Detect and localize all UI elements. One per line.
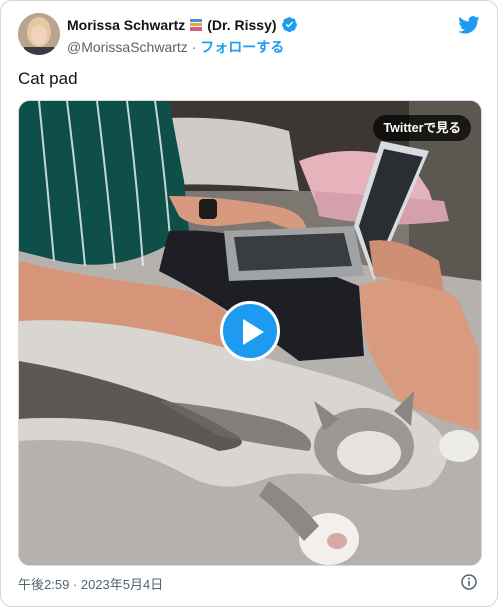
info-icon[interactable] <box>461 574 477 590</box>
books-icon <box>189 18 203 32</box>
play-icon <box>243 319 264 345</box>
watch-on-twitter-button[interactable]: Twitterで見る <box>373 115 471 141</box>
tweet-text: Cat pad <box>18 69 78 88</box>
verified-badge-icon <box>281 16 298 33</box>
tweet-card: Morissa Schwartz (Dr. Rissy) @MorissaSch… <box>0 0 498 607</box>
avatar[interactable] <box>18 13 60 55</box>
author-display-name[interactable]: Morissa Schwartz <box>67 17 185 33</box>
author-display-name-suffix[interactable]: (Dr. Rissy) <box>207 17 276 33</box>
tweet-timestamp[interactable]: 午後2:59 · 2023年5月4日 <box>18 574 163 593</box>
separator: · <box>191 39 197 55</box>
author-name-row: Morissa Schwartz (Dr. Rissy) <box>67 16 298 33</box>
play-button[interactable] <box>220 301 280 361</box>
twitter-bird-icon[interactable] <box>458 14 480 36</box>
follow-button[interactable]: フォローする <box>200 39 284 55</box>
author-handle[interactable]: @MorissaSchwartz <box>67 39 188 55</box>
author-handle-row: @MorissaSchwartz · フォローする <box>67 37 284 57</box>
video-player[interactable]: Twitterで見る <box>18 100 482 566</box>
